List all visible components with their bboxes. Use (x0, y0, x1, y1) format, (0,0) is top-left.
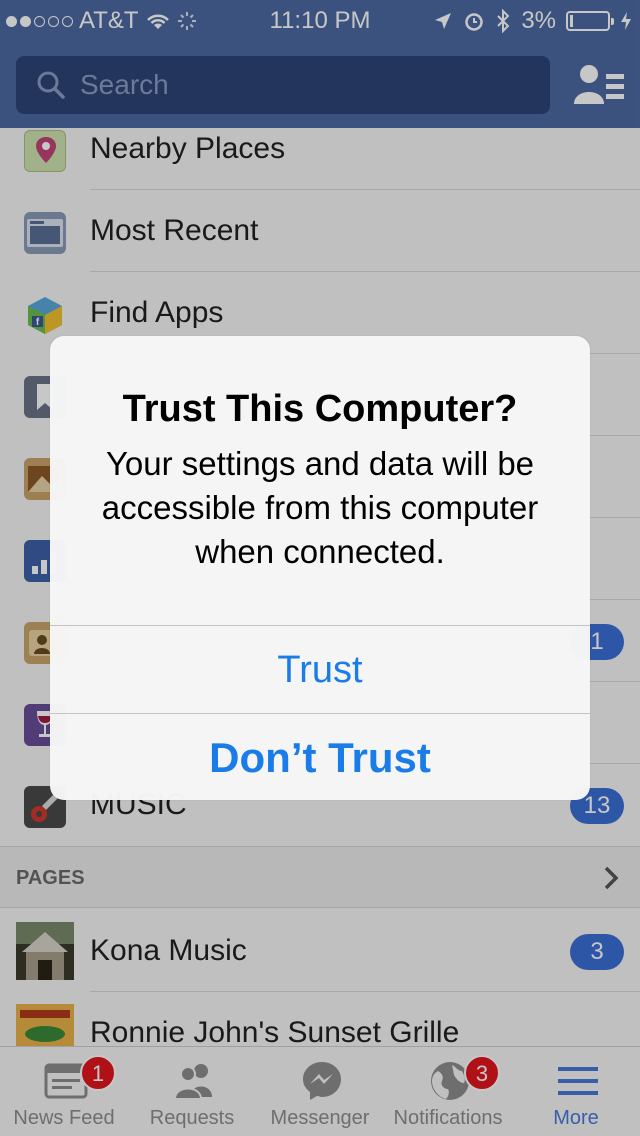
modal-dim-overlay-bottom (0, 1046, 640, 1136)
alert-message: Your settings and data will be accessibl… (101, 445, 539, 570)
trust-button[interactable]: Trust (50, 626, 590, 714)
alert-title: Trust This Computer? (122, 388, 518, 430)
dont-trust-button[interactable]: Don’t Trust (50, 714, 590, 800)
trust-computer-alert: Trust This Computer? Your settings and d… (50, 336, 590, 800)
modal-dim-overlay-top (0, 0, 640, 128)
